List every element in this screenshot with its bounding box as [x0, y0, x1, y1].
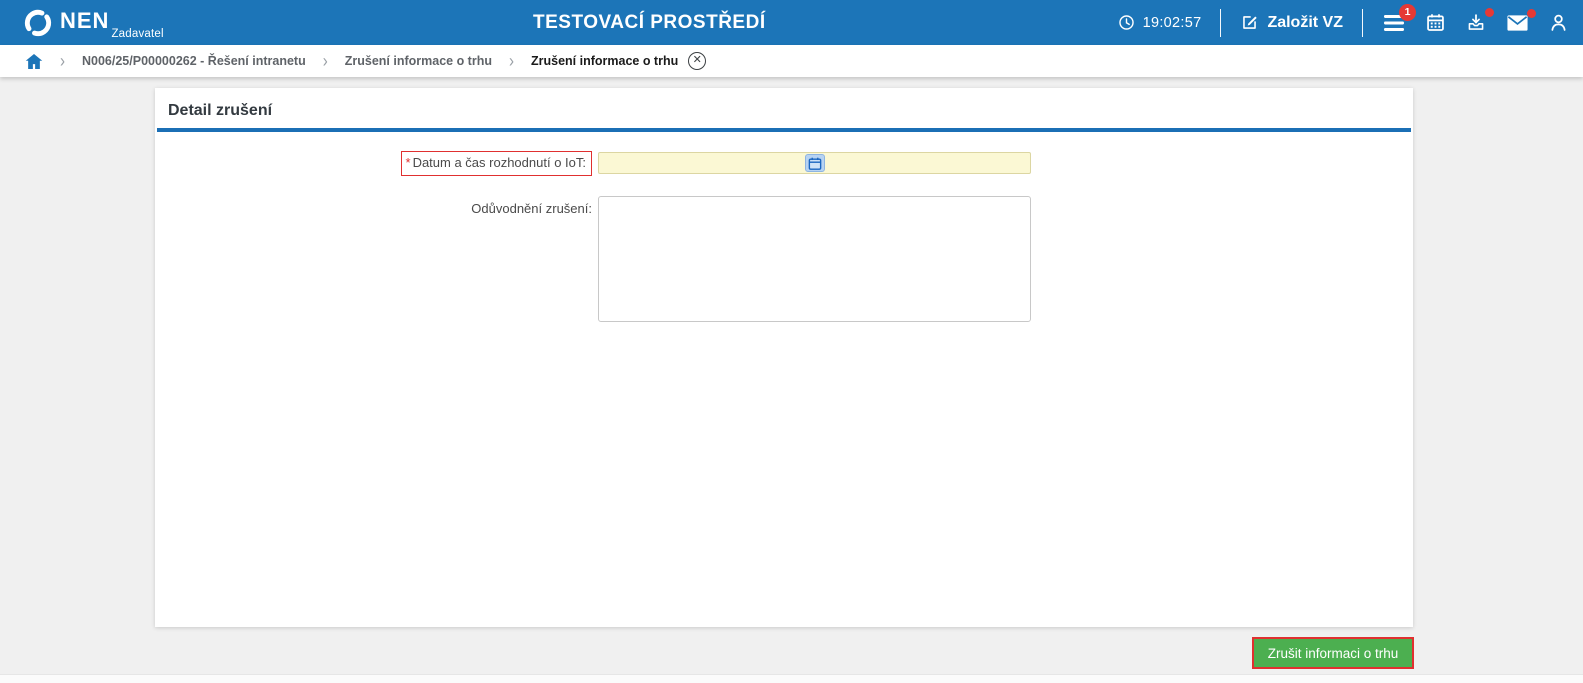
home-icon — [25, 53, 43, 69]
datetime-input[interactable] — [598, 152, 1031, 174]
chevron-separator-icon: › — [60, 50, 65, 72]
calendar-icon — [1427, 14, 1444, 31]
breadcrumb-item-procedure[interactable]: N006/25/P00000262 - Řešení intranetu — [82, 54, 306, 68]
session-clock: 19:02:57 — [1118, 14, 1202, 31]
messages-button[interactable] — [1506, 8, 1536, 33]
clock-icon — [1118, 15, 1134, 30]
panel-title-rule — [157, 128, 1411, 132]
reason-label-row: Odůvodnění zrušení: — [155, 200, 592, 218]
menu-badge: 1 — [1399, 3, 1416, 21]
chevron-separator-icon: › — [508, 50, 514, 72]
edit-icon — [1243, 16, 1258, 29]
messages-notification-dot — [1527, 8, 1536, 18]
brand-name: NEN — [60, 7, 110, 33]
datepicker-button[interactable] — [804, 154, 825, 172]
panel-title: Detail zrušení — [168, 102, 273, 119]
user-profile-button[interactable] — [1548, 12, 1569, 33]
datetime-field-label: * Datum a čas rozhodnutí o IoT: — [400, 151, 592, 176]
chevron-separator-icon: › — [322, 50, 328, 72]
required-marker: * — [405, 155, 411, 170]
mail-icon — [1507, 14, 1528, 31]
nen-logo-icon — [24, 9, 52, 36]
breadcrumb-item-cancellation-list[interactable]: Zrušení informace o trhu — [345, 54, 492, 68]
create-vz-label: Založit VZ — [1267, 13, 1343, 31]
clock-time: 19:02:57 — [1142, 14, 1202, 31]
download-tray-icon — [1468, 14, 1484, 30]
header-divider — [1220, 8, 1222, 37]
brand-subtitle: Zadavatel — [111, 28, 164, 40]
close-tab-icon[interactable]: ✕ — [688, 52, 707, 70]
datetime-label-row: * Datum a čas rozhodnutí o IoT: — [155, 151, 592, 176]
nen-logo[interactable]: NEN Zadavatel — [22, 0, 164, 45]
downloads-button[interactable] — [1465, 8, 1494, 33]
calendar-button[interactable] — [1425, 12, 1446, 33]
cancel-market-info-button[interactable]: Zrušit informaci o trhu — [1252, 637, 1414, 669]
create-vz-button[interactable]: Založit VZ — [1240, 13, 1343, 32]
calendar-picker-icon — [808, 157, 821, 170]
breadcrumb-item-current: Zrušení informace o trhu — [530, 54, 679, 68]
detail-panel: Detail zrušení * Datum a čas rozhodnutí o… — [155, 88, 1413, 627]
app-header: NEN Zadavatel TESTOVACÍ PROSTŘEDÍ 19:02:… — [0, 0, 1583, 45]
reason-field-label: Odůvodnění zrušení: — [471, 201, 592, 216]
breadcrumb: › N006/25/P00000262 - Řešení intranetu ›… — [0, 45, 1583, 77]
header-divider — [1362, 8, 1363, 37]
home-button[interactable] — [25, 53, 43, 70]
header-actions: 19:02:57 Založit VZ 1 — [1118, 0, 1569, 45]
environment-title: TESTOVACÍ PROSTŘEDÍ — [533, 12, 766, 33]
reason-textarea[interactable] — [598, 196, 1031, 322]
downloads-notification-dot — [1485, 8, 1494, 17]
footer-strip — [0, 674, 1583, 683]
user-icon — [1551, 14, 1566, 31]
hamburger-menu-button[interactable]: 1 — [1382, 3, 1416, 34]
